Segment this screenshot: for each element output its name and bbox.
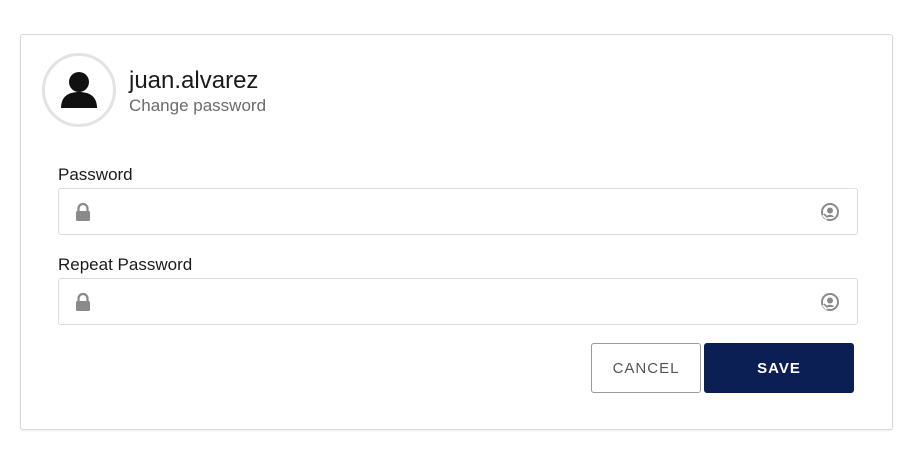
- repeat-password-label: Repeat Password: [58, 255, 193, 274]
- password-field[interactable]: [58, 188, 858, 236]
- password-input[interactable]: [103, 189, 807, 236]
- user-icon: [61, 72, 97, 108]
- eye-toggle-icon[interactable]: [819, 291, 841, 313]
- password-label: Password: [58, 165, 133, 184]
- cancel-button[interactable]: CANCEL: [591, 343, 701, 393]
- repeat-password-field[interactable]: [58, 278, 858, 326]
- lock-icon: [76, 202, 90, 221]
- save-button[interactable]: SAVE: [704, 343, 854, 393]
- eye-toggle-icon[interactable]: [819, 201, 841, 223]
- lock-icon: [76, 292, 90, 311]
- avatar: [42, 53, 116, 127]
- repeat-password-input[interactable]: [103, 279, 807, 326]
- page-subtitle: Change password: [129, 96, 267, 115]
- username: juan.alvarez: [129, 67, 259, 94]
- change-password-card: juan.alvarez Change password Password Re…: [20, 34, 893, 430]
